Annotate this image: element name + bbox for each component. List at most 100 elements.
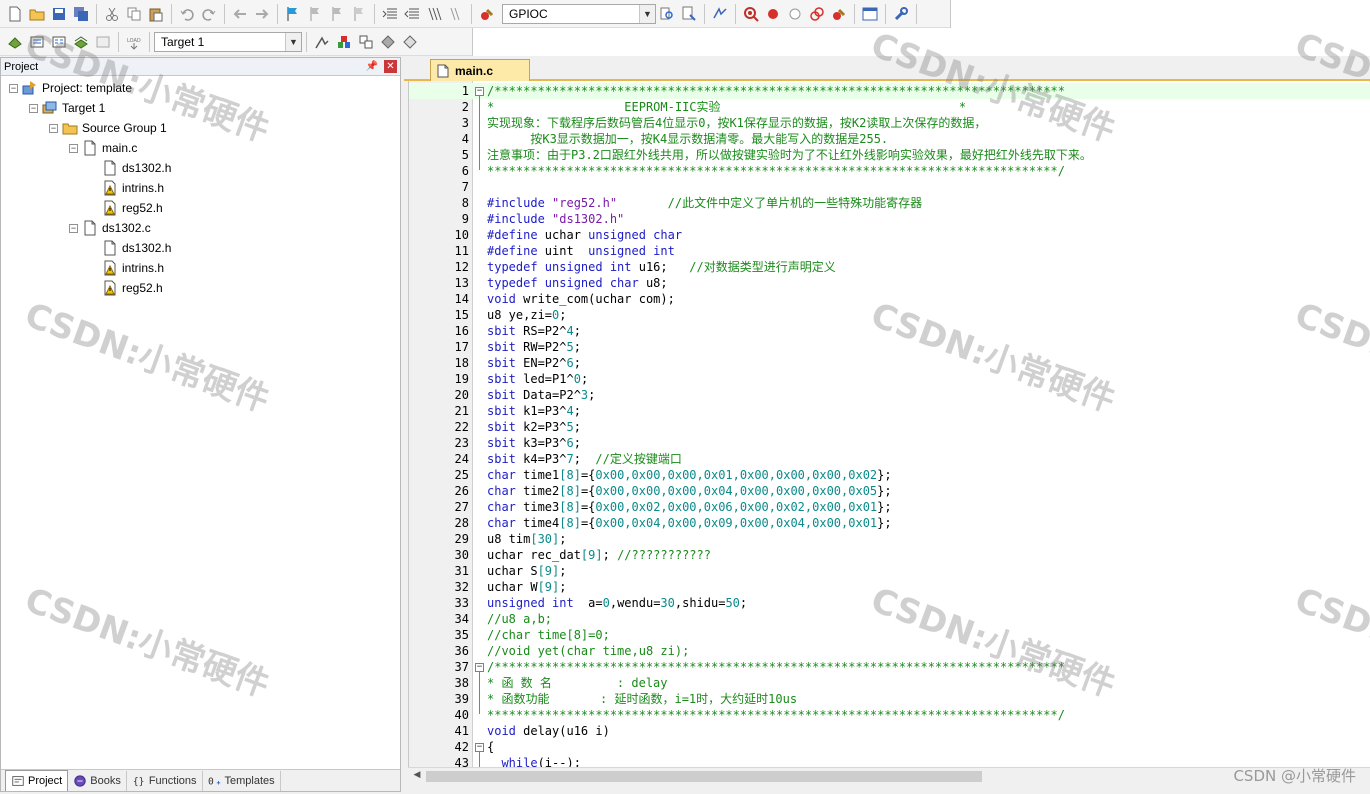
open-button[interactable] <box>27 4 47 24</box>
nav-forward-button[interactable] <box>252 4 272 24</box>
redo-button[interactable] <box>199 4 219 24</box>
tab-project[interactable]: Project <box>5 770 69 791</box>
tree-item[interactable]: − Source Group 1 <box>49 118 167 138</box>
new-file-button[interactable] <box>5 4 25 24</box>
code-line[interactable]: 43 while(i--); <box>409 755 1370 767</box>
code-line[interactable]: 19 sbit led=P1^0; <box>409 371 1370 387</box>
code-line[interactable]: 39 * 函数功能 : 延时函数，i=1时，大约延时10us <box>409 691 1370 707</box>
find-target-button[interactable] <box>477 4 497 24</box>
tree-item[interactable]: − main.c <box>69 138 137 158</box>
code-line[interactable]: 9 #include "ds1302.h" <box>409 211 1370 227</box>
code-line[interactable]: 13 typedef unsigned char u8; <box>409 275 1370 291</box>
find-combo[interactable]: GPIOC ▼ <box>502 3 656 24</box>
code-line[interactable]: 18 sbit EN=P2^6; <box>409 355 1370 371</box>
code-line[interactable]: 40 **************************************… <box>409 707 1370 723</box>
code-line[interactable]: 5 注意事项：由于P3.2口跟红外线共用，所以做按键实验时为了不让红外线影响实验效… <box>409 147 1370 163</box>
code-line[interactable]: 15 u8 ye,zi=0; <box>409 307 1370 323</box>
code-line[interactable]: 17 sbit RW=P2^5; <box>409 339 1370 355</box>
code-line[interactable]: 12 typedef unsigned int u16; //对数据类型进行声明定… <box>409 259 1370 275</box>
fold-toggle-icon[interactable]: − <box>475 87 484 96</box>
undo-button[interactable] <box>177 4 197 24</box>
fold-toggle-icon[interactable]: − <box>475 663 484 672</box>
find-button[interactable] <box>679 4 699 24</box>
code-line[interactable]: 30 uchar rec_dat[9]; //??????????? <box>409 547 1370 563</box>
kill-breakpoints-button[interactable] <box>807 4 827 24</box>
tab-functions[interactable]: {} Functions <box>127 771 203 791</box>
bookmark-button[interactable] <box>283 4 303 24</box>
copy-button[interactable] <box>124 4 144 24</box>
stop-build-button[interactable] <box>93 32 113 52</box>
code-line[interactable]: 6 ***************************************… <box>409 163 1370 179</box>
code-line[interactable]: 16 sbit RS=P2^4; <box>409 323 1370 339</box>
code-line[interactable]: 21 sbit k1=P3^4; <box>409 403 1370 419</box>
code-line[interactable]: 22 sbit k2=P3^5; <box>409 419 1370 435</box>
code-line[interactable]: 2 * EEPROM-IIC实验 * <box>409 99 1370 115</box>
collapse-toggle-icon[interactable]: − <box>29 103 38 113</box>
build-button[interactable] <box>27 32 47 52</box>
code-line[interactable]: 25 char time1[8]={0x00,0x00,0x00,0x01,0x0… <box>409 467 1370 483</box>
code-line[interactable]: 36 //void yet(char time,u8 zi); <box>409 643 1370 659</box>
incremental-find-button[interactable] <box>710 4 730 24</box>
find-in-files-button[interactable] <box>657 4 677 24</box>
tree-item[interactable]: − Project: template <box>9 78 132 98</box>
collapse-toggle-icon[interactable]: − <box>69 223 78 233</box>
disable-breakpoint-button[interactable] <box>785 4 805 24</box>
code-line[interactable]: 26 char time2[8]={0x00,0x00,0x00,0x04,0x0… <box>409 483 1370 499</box>
code-line[interactable]: 23 sbit k3=P3^6; <box>409 435 1370 451</box>
unindent-button[interactable] <box>402 4 422 24</box>
chevron-down-icon[interactable]: ▼ <box>639 4 655 23</box>
breakpoint-button[interactable] <box>763 4 783 24</box>
rebuild-button[interactable] <box>49 32 69 52</box>
select-packs-button[interactable] <box>378 32 398 52</box>
code-line[interactable]: 11 #define uint unsigned int <box>409 243 1370 259</box>
manage-components-button[interactable] <box>334 32 354 52</box>
tree-item[interactable]: ds1302.h <box>89 238 171 258</box>
comment-button[interactable] <box>424 4 444 24</box>
code-line[interactable]: 28 char time4[8]={0x00,0x04,0x00,0x09,0x0… <box>409 515 1370 531</box>
code-line[interactable]: 37−/************************************… <box>409 659 1370 675</box>
code-line[interactable]: 32 uchar W[9]; <box>409 579 1370 595</box>
tab-books[interactable]: Books <box>68 771 127 791</box>
code-line[interactable]: 20 sbit Data=P2^3; <box>409 387 1370 403</box>
chevron-down-icon[interactable]: ▼ <box>285 32 301 51</box>
uncomment-button[interactable] <box>446 4 466 24</box>
code-line[interactable]: 33 unsigned int a=0,wendu=30,shidu=50; <box>409 595 1370 611</box>
batch-build-button[interactable] <box>71 32 91 52</box>
code-line[interactable]: 27 char time3[8]={0x00,0x02,0x00,0x06,0x0… <box>409 499 1370 515</box>
collapse-toggle-icon[interactable]: − <box>69 143 78 153</box>
next-bookmark-button[interactable] <box>327 4 347 24</box>
collapse-toggle-icon[interactable]: − <box>9 83 18 93</box>
tree-item[interactable]: reg52.h <box>89 198 163 218</box>
tree-item[interactable]: − ds1302.c <box>69 218 151 238</box>
tab-templates[interactable]: 0 Templates <box>203 771 281 791</box>
nav-back-button[interactable] <box>230 4 250 24</box>
code-line[interactable]: 35 //char time[8]=0; <box>409 627 1370 643</box>
code-line[interactable]: 34 //u8 a,b; <box>409 611 1370 627</box>
code-line[interactable]: 29 u8 tim[30]; <box>409 531 1370 547</box>
horizontal-scrollbar[interactable]: ◀ <box>408 767 1370 784</box>
code-line[interactable]: 8 #include "reg52.h" //此文件中定义了单片机的一些特殊功能寄… <box>409 195 1370 211</box>
code-line[interactable]: 42−{ <box>409 739 1370 755</box>
pin-icon[interactable]: 📌 <box>366 61 378 72</box>
tree-item[interactable]: intrins.h <box>89 178 164 198</box>
code-editor[interactable]: 1−/*************************************… <box>408 81 1370 767</box>
code-line[interactable]: 31 uchar S[9]; <box>409 563 1370 579</box>
close-icon[interactable]: ✕ <box>384 60 397 73</box>
download-button[interactable]: LOAD <box>124 32 144 52</box>
paste-button[interactable] <box>146 4 166 24</box>
code-line[interactable]: 38 * 函 数 名 : delay <box>409 675 1370 691</box>
cut-button[interactable] <box>102 4 122 24</box>
tree-item[interactable]: intrins.h <box>89 258 164 278</box>
pack-installer-button[interactable] <box>400 32 420 52</box>
code-line[interactable]: 14 void write_com(uchar com); <box>409 291 1370 307</box>
collapse-toggle-icon[interactable]: − <box>49 123 58 133</box>
save-button[interactable] <box>49 4 69 24</box>
clear-bookmarks-button[interactable] <box>349 4 369 24</box>
tab-main-c[interactable]: main.c <box>430 59 530 81</box>
scroll-thumb[interactable] <box>426 771 982 782</box>
code-line[interactable]: 3 实现现象：下载程序后数码管后4位显示0，按K1保存显示的数据，按K2读取上次保… <box>409 115 1370 131</box>
fold-toggle-icon[interactable]: − <box>475 743 484 752</box>
code-line[interactable]: 10 #define uchar unsigned char <box>409 227 1370 243</box>
debug-button[interactable] <box>741 4 761 24</box>
code-line[interactable]: 24 sbit k4=P3^7; //定义按键端口 <box>409 451 1370 467</box>
